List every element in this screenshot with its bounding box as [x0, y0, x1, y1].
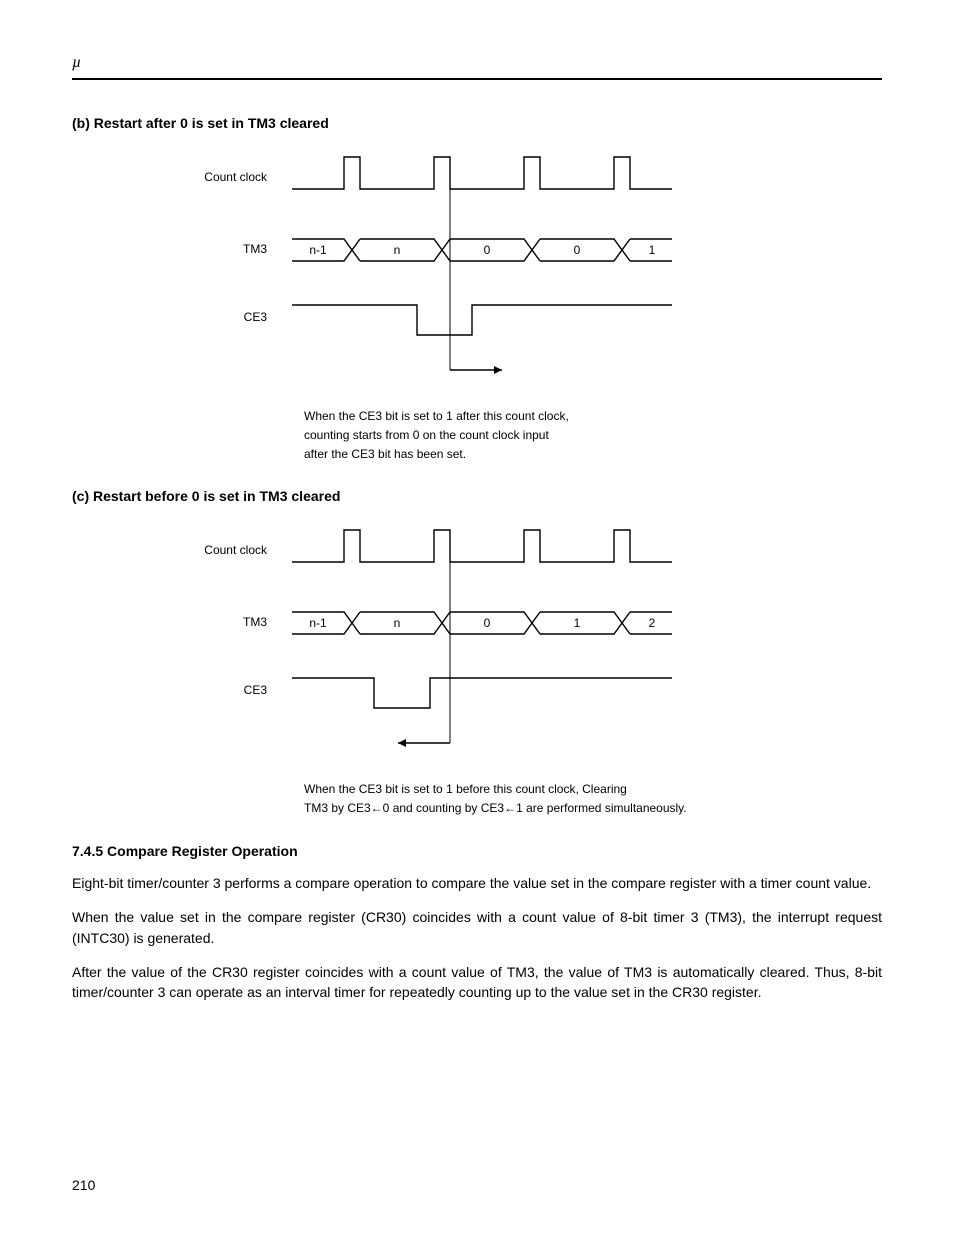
tm3-b-v4: 1 — [649, 243, 656, 257]
tm3-c-v1: n — [394, 616, 401, 630]
section-745-heading: 7.4.5 Compare Register Operation — [72, 842, 882, 861]
para-745-3: After the value of the CR30 register coi… — [72, 962, 882, 1003]
para-745-1: Eight-bit timer/counter 3 performs a com… — [72, 873, 882, 893]
caption-c: When the CE3 bit is set to 1 before this… — [304, 780, 784, 817]
label-tm3-b: TM3 — [243, 242, 267, 256]
caption-b-l1: When the CE3 bit is set to 1 after this … — [304, 409, 569, 423]
label-clock-b: Count clock — [204, 170, 268, 184]
tm3-c-v2: 0 — [484, 616, 491, 630]
caption-c-l2: TM3 by CE3←0 and counting by CE3←1 are p… — [304, 801, 687, 815]
tm3-b-v3: 0 — [574, 243, 581, 257]
tm3-c-v3: 1 — [574, 616, 581, 630]
tm3-b-v1: n — [394, 243, 401, 257]
top-rule — [72, 78, 882, 80]
section-b-heading: (b) Restart after 0 is set in TM3 cleare… — [72, 114, 882, 133]
tm3-b-v2: 0 — [484, 243, 491, 257]
caption-b: When the CE3 bit is set to 1 after this … — [304, 407, 784, 463]
para-745-2: When the value set in the compare regist… — [72, 907, 882, 948]
tm3-c-v4: 2 — [649, 616, 656, 630]
timing-diagram-b: Count clock TM3 CE3 n-1 n 0 0 1 — [72, 145, 882, 395]
page-number: 210 — [72, 1176, 95, 1195]
tm3-b-v0: n-1 — [309, 243, 327, 257]
timing-diagram-c: Count clock TM3 CE3 n-1 n 0 1 2 — [72, 518, 882, 768]
label-clock-c: Count clock — [204, 543, 268, 557]
tm3-c-v0: n-1 — [309, 616, 327, 630]
section-c-heading: (c) Restart before 0 is set in TM3 clear… — [72, 487, 882, 506]
label-ce3-c: CE3 — [244, 683, 268, 697]
caption-b-l2: counting starts from 0 on the count cloc… — [304, 428, 549, 442]
label-tm3-c: TM3 — [243, 615, 267, 629]
page-header-symbol: µ — [72, 52, 882, 74]
caption-c-l1: When the CE3 bit is set to 1 before this… — [304, 782, 627, 796]
label-ce3-b: CE3 — [244, 310, 268, 324]
caption-b-l3: after the CE3 bit has been set. — [304, 447, 466, 461]
